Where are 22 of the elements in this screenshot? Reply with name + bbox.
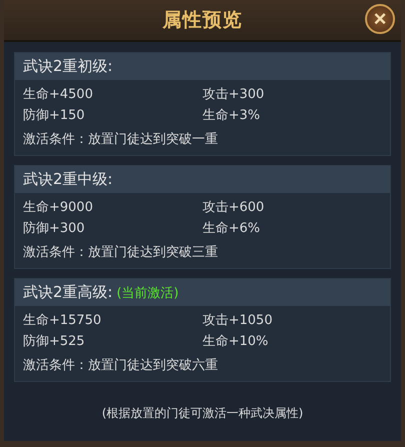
stat-text: 防御+300	[23, 220, 86, 237]
close-button[interactable]: ×	[365, 4, 395, 34]
activation-condition: 激活条件：放置门徒达到突破一重	[23, 131, 219, 148]
window-title: 属性预览	[162, 8, 242, 33]
stat-text: 生命+9000	[23, 199, 94, 216]
tier-title: 武诀2重中级:	[23, 170, 113, 189]
stat-text: 防御+150	[23, 107, 86, 124]
stat-text: 生命+3%	[202, 107, 262, 124]
stat-text: 生命+15750	[23, 312, 102, 329]
stat-text: 生命+10%	[202, 333, 270, 350]
stat-text: 攻击+1050	[202, 312, 274, 329]
active-status: (当前激活)	[116, 285, 179, 302]
stat-text: 生命+6%	[202, 220, 262, 237]
stat-text: 生命+4500	[23, 86, 94, 103]
footnote: (根据放置的门徒可激活一种武决属性)	[100, 405, 304, 422]
tier-title: 武诀2重初级:	[23, 57, 113, 76]
stat-text: 防御+525	[23, 333, 86, 350]
activation-condition: 激活条件：放置门徒达到突破六重	[23, 357, 219, 374]
activation-condition: 激活条件：放置门徒达到突破三重	[23, 244, 219, 261]
stat-text: 攻击+300	[202, 86, 266, 103]
stat-text: 攻击+600	[202, 199, 266, 216]
tier-title: 武诀2重高级:	[23, 283, 113, 302]
